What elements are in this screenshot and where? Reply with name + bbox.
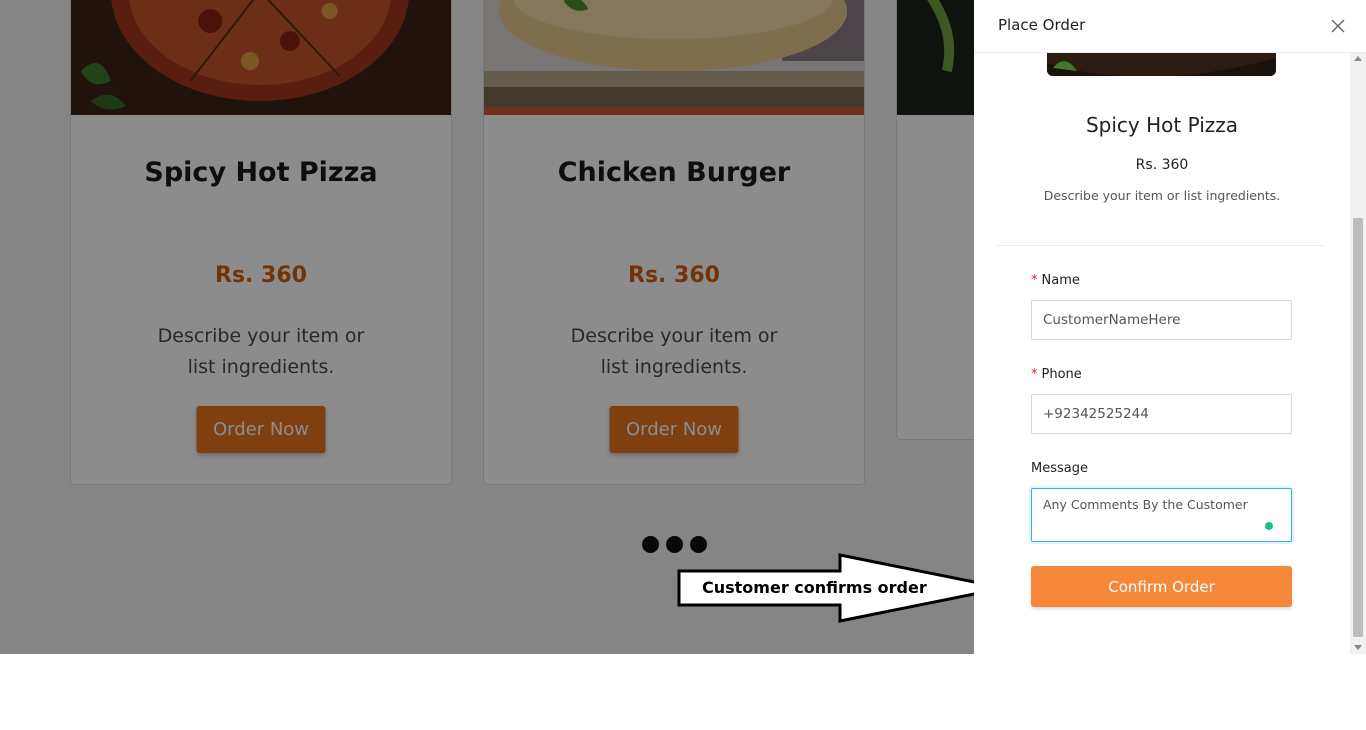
scroll-up-icon[interactable] (1354, 56, 1362, 61)
item-description: Describe your item or list ingredients. (1043, 188, 1281, 203)
confirm-order-button[interactable]: Confirm Order (1031, 566, 1292, 607)
item-price: Rs. 360 (1135, 157, 1189, 173)
app-viewport: Spicy Hot Pizza Rs. 360 Describe your it… (0, 0, 1366, 654)
input-status-icon (1265, 522, 1273, 530)
drawer-header: Place Order (974, 0, 1366, 53)
name-input[interactable] (1031, 300, 1292, 340)
scroll-down-icon[interactable] (1354, 645, 1362, 650)
annotation-text: Customer confirms order (702, 578, 927, 597)
close-icon (1331, 19, 1345, 33)
drawer-body: Spicy Hot Pizza Rs. 360 Describe your it… (974, 53, 1350, 654)
phone-label-text: Phone (1041, 367, 1082, 382)
scroll-thumb[interactable] (1353, 218, 1363, 637)
message-textarea[interactable]: Any Comments By the Customer (1031, 488, 1292, 542)
close-button[interactable] (1328, 16, 1348, 36)
message-label: Message (1031, 461, 1088, 476)
item-name: Spicy Hot Pizza (1085, 113, 1239, 137)
required-mark: * (1031, 367, 1038, 382)
place-order-drawer: Place Order Spicy Hot Pizza Rs. 360 Desc… (974, 0, 1366, 654)
required-mark: * (1031, 273, 1038, 288)
drawer-title: Place Order (998, 16, 1086, 34)
phone-label: * Phone (1031, 367, 1082, 382)
drawer-scrollbar[interactable] (1350, 53, 1366, 654)
annotation-arrow: Customer confirms order (677, 553, 1007, 625)
name-label-text: Name (1041, 273, 1080, 288)
item-photo (1047, 53, 1276, 76)
divider (997, 245, 1325, 246)
name-label: * Name (1031, 273, 1080, 288)
phone-input[interactable] (1031, 394, 1292, 434)
